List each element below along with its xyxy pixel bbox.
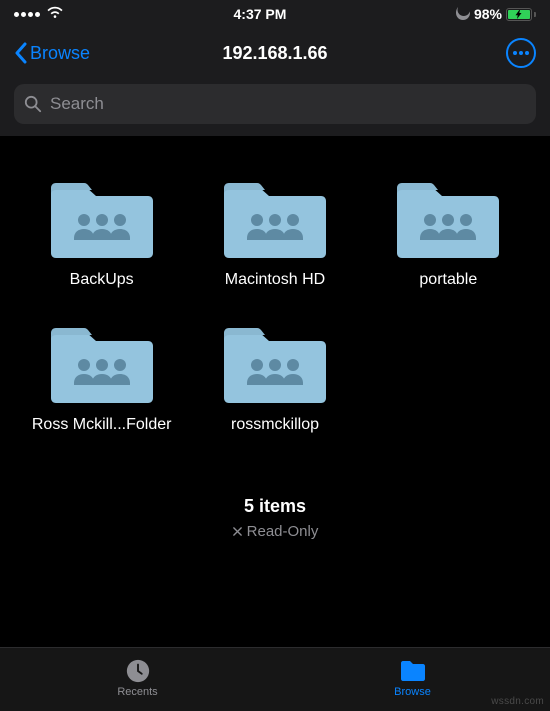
search-icon [24, 95, 42, 113]
folder-item[interactable]: Macintosh HD [193, 176, 356, 291]
wifi-icon [46, 6, 64, 23]
battery-percentage: 98% [474, 6, 502, 22]
folder-item[interactable]: Ross Mckill...Folder [20, 321, 183, 436]
tab-label: Browse [394, 686, 431, 698]
dnd-moon-icon [456, 6, 470, 23]
shared-folder-icon [220, 321, 330, 407]
folder-label: Ross Mckill...Folder [32, 415, 172, 436]
shared-folder-icon [47, 176, 157, 262]
status-bar: 4:37 PM 98% [0, 0, 550, 28]
readonly-label: Read-Only [247, 523, 319, 540]
battery-icon [506, 8, 536, 21]
tab-label: Recents [117, 686, 157, 698]
tab-recents[interactable]: Recents [0, 648, 275, 711]
clock-icon [124, 658, 152, 684]
shared-folder-icon [47, 321, 157, 407]
shared-folder-icon [220, 176, 330, 262]
status-time: 4:37 PM [234, 6, 287, 22]
signal-indicator-icon [14, 12, 40, 17]
back-button[interactable]: Browse [14, 42, 90, 64]
x-icon [232, 526, 243, 537]
chevron-left-icon [14, 42, 28, 64]
more-options-button[interactable] [506, 38, 536, 68]
folder-label: BackUps [70, 270, 134, 291]
readonly-status: Read-Only [0, 523, 550, 540]
page-title: 192.168.1.66 [222, 43, 327, 64]
folder-summary: 5 items Read-Only [0, 496, 550, 540]
search-field[interactable] [14, 84, 536, 124]
folder-icon [399, 658, 427, 684]
folder-label: rossmckillop [231, 415, 319, 436]
folder-item[interactable]: BackUps [20, 176, 183, 291]
search-container [0, 78, 550, 136]
ellipsis-icon [513, 51, 529, 55]
folder-label: portable [419, 270, 477, 291]
status-right: 98% [456, 6, 536, 23]
back-label: Browse [30, 43, 90, 64]
folder-label: Macintosh HD [225, 270, 325, 291]
tab-bar: Recents Browse [0, 647, 550, 711]
shared-folder-icon [393, 176, 503, 262]
folder-grid: BackUps Macintosh HD portable Ross Mckil… [0, 136, 550, 446]
item-count: 5 items [0, 496, 550, 517]
search-input[interactable] [50, 94, 526, 114]
folder-item[interactable]: rossmckillop [193, 321, 356, 436]
status-left [14, 6, 64, 23]
folder-item[interactable]: portable [367, 176, 530, 291]
watermark: wssdn.com [491, 696, 544, 707]
nav-bar: Browse 192.168.1.66 [0, 28, 550, 78]
